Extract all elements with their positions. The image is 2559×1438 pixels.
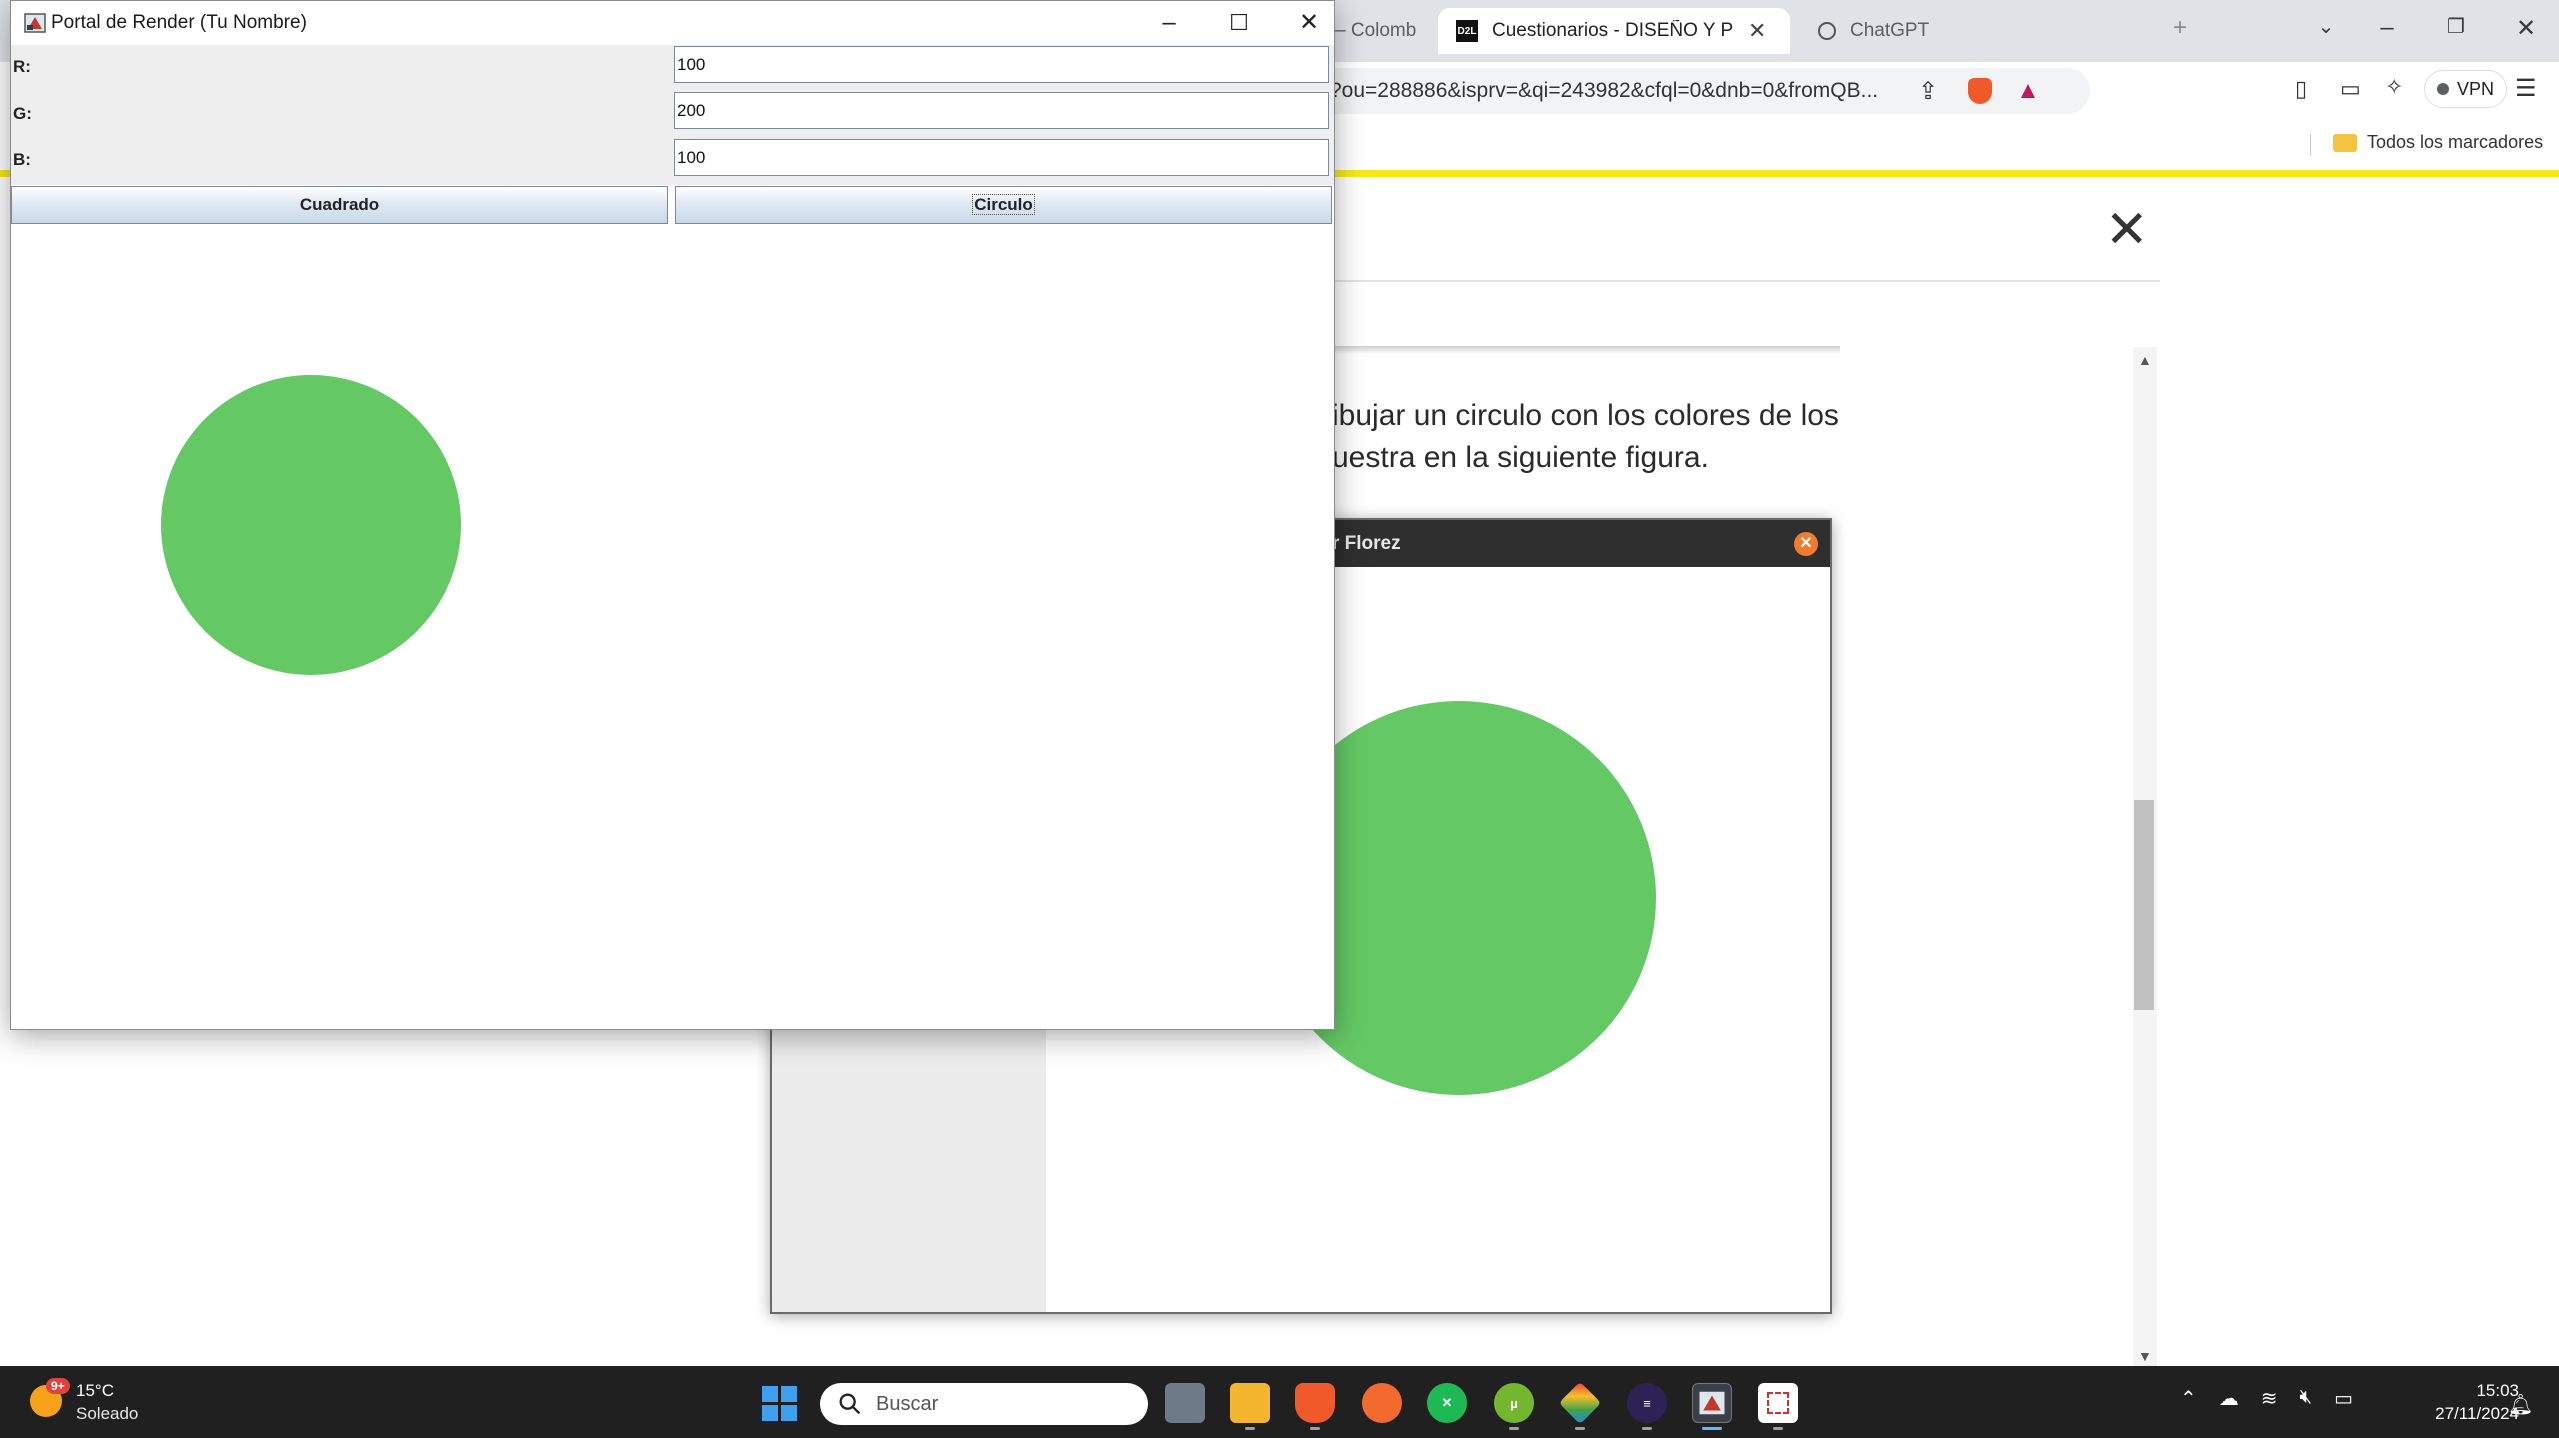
weather-condition[interactable]: Soleado (76, 1404, 138, 1424)
blue-label: B: (13, 150, 31, 169)
xbox-icon[interactable]: ✕ (1427, 1383, 1467, 1423)
scrollbar-thumb[interactable] (2134, 800, 2154, 1010)
menu-icon[interactable]: ☰ (2515, 74, 2537, 103)
app-running-indicator (1245, 1427, 1255, 1430)
section-shadow (1330, 346, 1840, 354)
circle-button[interactable]: Circulo (675, 186, 1332, 224)
brave-shields-icon[interactable] (1968, 78, 1993, 104)
file-explorer-icon[interactable] (1230, 1383, 1270, 1423)
windows-logo-icon (781, 1405, 797, 1421)
question-line: uestra en la siguiente figura. (1332, 441, 1709, 474)
square-button[interactable]: Cuadrado (11, 186, 668, 224)
search-placeholder: Buscar (876, 1392, 939, 1415)
volume-muted-icon[interactable]: 🔇︎ (2300, 1386, 2313, 1411)
app-running-indicator (1310, 1427, 1320, 1430)
browser-restore-button[interactable]: ❐ (2436, 14, 2476, 39)
app-running-indicator (1773, 1427, 1783, 1430)
sidebar-toggle-icon[interactable]: ▯ (2295, 76, 2307, 102)
tab-title: Cuestionarios - DISEÑO Y PRO (1492, 20, 1734, 41)
notification-bell-icon[interactable]: 🔔︎ (2508, 1392, 2533, 1417)
chatgpt-favicon-icon (1818, 22, 1836, 40)
tab-title: – Colomb (1335, 20, 1417, 41)
weather-temperature[interactable]: 15°C (76, 1381, 114, 1401)
windows-logo-icon (762, 1405, 778, 1421)
search-icon (839, 1393, 861, 1415)
start-button[interactable] (762, 1386, 798, 1422)
new-tab-button[interactable]: + (2160, 14, 2200, 42)
green-label: G: (13, 104, 32, 123)
java-app-taskbar-icon[interactable] (1692, 1383, 1732, 1423)
vpn-status-icon (2437, 83, 2449, 95)
render-portal-window: Portal de Render (Tu Nombre) – ☐ ✕ R: 10… (10, 0, 1335, 1030)
tab-search-chevron-icon[interactable]: ⌄ (2306, 14, 2346, 39)
leo-ai-icon[interactable]: ✧ (2385, 74, 2403, 100)
circle-button-label: Circulo (972, 194, 1035, 215)
all-bookmarks-button[interactable]: Todos los marcadores (2333, 132, 2543, 153)
utorrent-icon[interactable]: µ (1494, 1383, 1534, 1423)
render-canvas (11, 225, 1334, 1029)
red-input[interactable]: 100 (674, 46, 1329, 83)
vpn-button[interactable]: VPN (2424, 70, 2508, 108)
java-app-icon (24, 13, 46, 33)
battery-icon[interactable]: ▭ (2334, 1386, 2353, 1411)
app-running-indicator (1575, 1427, 1585, 1430)
green-input[interactable]: 200 (674, 92, 1329, 129)
close-icon[interactable]: ✕ (2105, 200, 2149, 260)
snip-icon (1767, 1392, 1789, 1414)
weather-badge: 9+ (46, 1378, 70, 1394)
color-form: R: 100 G: 200 B: 100 (11, 45, 1334, 185)
orange-app-icon[interactable] (1362, 1383, 1402, 1423)
task-view-icon[interactable] (1165, 1383, 1205, 1423)
bookmarks-divider (2310, 134, 2311, 156)
bookmarks-label: Todos los marcadores (2367, 132, 2544, 152)
java-app-icon (1699, 1391, 1725, 1415)
app-maximize-button[interactable]: ☐ (1209, 7, 1269, 39)
rendered-circle (161, 375, 461, 675)
close-tab-icon[interactable]: ✕ (1748, 18, 1766, 44)
clock-date[interactable]: 27/11/2024 (2395, 1404, 2519, 1424)
wallet-icon[interactable]: ▭ (2340, 76, 2361, 102)
onedrive-cloud-icon[interactable]: ☁ (2219, 1386, 2239, 1411)
windows-logo-icon (762, 1386, 778, 1402)
page-divider (1330, 280, 2160, 282)
figure-close-icon: ✕ (1794, 532, 1818, 556)
active-app-indicator (1702, 1427, 1722, 1430)
app-minimize-button[interactable]: – (1139, 7, 1199, 39)
browser-tab-cuestionarios[interactable]: D2L Cuestionarios - DISEÑO Y PRO ✕ (1438, 8, 1790, 54)
browser-close-button[interactable]: ✕ (2506, 14, 2546, 43)
browser-tab-chatgpt[interactable]: ChatGPT (1800, 8, 2020, 54)
share-icon[interactable]: ⇪ (1918, 77, 1938, 106)
question-text: ibujar un circulo con los colores de los… (1332, 395, 1852, 479)
app-running-indicator (1642, 1427, 1652, 1430)
d2l-favicon-icon: D2L (1456, 20, 1478, 42)
app-running-indicator (1509, 1427, 1519, 1430)
figure-title: r Florez (1332, 532, 1401, 554)
red-label: R: (13, 57, 31, 76)
scroll-down-arrow-icon[interactable]: ▼ (2138, 1348, 2152, 1364)
show-hidden-icons-chevron-icon[interactable]: ⌃ (2180, 1386, 2197, 1411)
tab-title: ChatGPT (1850, 20, 1930, 41)
vpn-label: VPN (2457, 78, 2495, 99)
brave-rewards-icon[interactable]: ▲ (2016, 77, 2040, 105)
app-close-button[interactable]: ✕ (1279, 7, 1339, 39)
folder-icon (2333, 133, 2357, 152)
question-line: ibujar un circulo con los colores de los (1332, 399, 1839, 432)
browser-minimize-button[interactable]: – (2367, 14, 2407, 42)
address-bar[interactable]: ?ou=288886&isprv=&qi=243982&cfql=0&dnb=0… (1330, 68, 2090, 114)
eclipse-icon[interactable]: ≡ (1627, 1383, 1667, 1423)
system-tray: ⌃ ☁ ≋ 🔇︎ ▭ (2180, 1386, 2353, 1411)
taskbar-search[interactable]: Buscar (820, 1383, 1148, 1425)
url-text: ?ou=288886&isprv=&qi=243982&cfql=0&dnb=0… (1330, 79, 1879, 102)
browser-tab-colombia[interactable]: – Colomb (1335, 8, 1425, 54)
wifi-icon[interactable]: ≋ (2261, 1386, 2278, 1411)
app-titlebar: Portal de Render (Tu Nombre) – ☐ ✕ (11, 1, 1334, 45)
brave-browser-icon[interactable] (1295, 1383, 1335, 1423)
blue-input[interactable]: 100 (674, 139, 1329, 176)
taskbar (0, 1366, 2559, 1438)
windows-logo-icon (781, 1386, 797, 1402)
app-title: Portal de Render (Tu Nombre) (51, 12, 307, 33)
scroll-up-arrow-icon[interactable]: ▲ (2138, 352, 2152, 368)
snipping-tool-icon[interactable] (1758, 1383, 1798, 1423)
